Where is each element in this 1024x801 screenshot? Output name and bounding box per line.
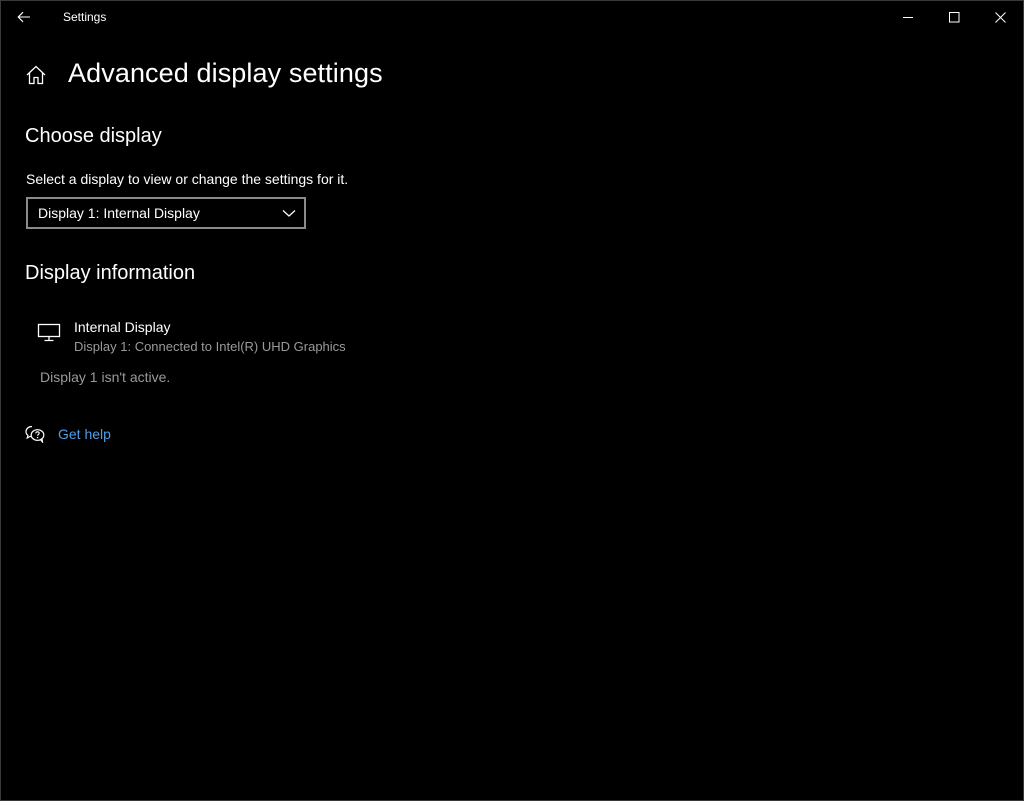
- maximize-button[interactable]: [931, 1, 977, 33]
- page-title: Advanced display settings: [68, 58, 383, 88]
- get-help-link[interactable]: Get help: [58, 426, 111, 442]
- close-icon: [994, 11, 1006, 23]
- close-button[interactable]: [977, 1, 1023, 33]
- settings-window: Settings Advanced display settings Choos…: [0, 0, 1024, 801]
- maximize-icon: [948, 11, 959, 22]
- display-dropdown-value: Display 1: Internal Display: [38, 205, 200, 221]
- back-button[interactable]: [11, 5, 37, 29]
- choose-display-heading: Choose display: [25, 125, 162, 147]
- chevron-down-icon: [282, 210, 296, 217]
- display-status: Display 1 isn't active.: [40, 369, 171, 385]
- minimize-icon: [902, 16, 913, 18]
- help-chat-icon: [25, 425, 45, 443]
- monitor-icon: [37, 323, 61, 342]
- window-title: Settings: [63, 10, 107, 24]
- choose-display-label: Select a display to view or change the s…: [26, 171, 349, 187]
- home-button[interactable]: [25, 64, 47, 86]
- minimize-button[interactable]: [885, 1, 931, 33]
- home-icon: [26, 65, 46, 85]
- title-bar: Settings: [1, 1, 1023, 33]
- back-arrow-icon: [17, 11, 30, 23]
- display-connection: Display 1: Connected to Intel(R) UHD Gra…: [74, 339, 346, 354]
- display-dropdown[interactable]: Display 1: Internal Display: [26, 197, 306, 229]
- display-information-heading: Display information: [25, 262, 196, 284]
- display-name: Internal Display: [74, 319, 171, 335]
